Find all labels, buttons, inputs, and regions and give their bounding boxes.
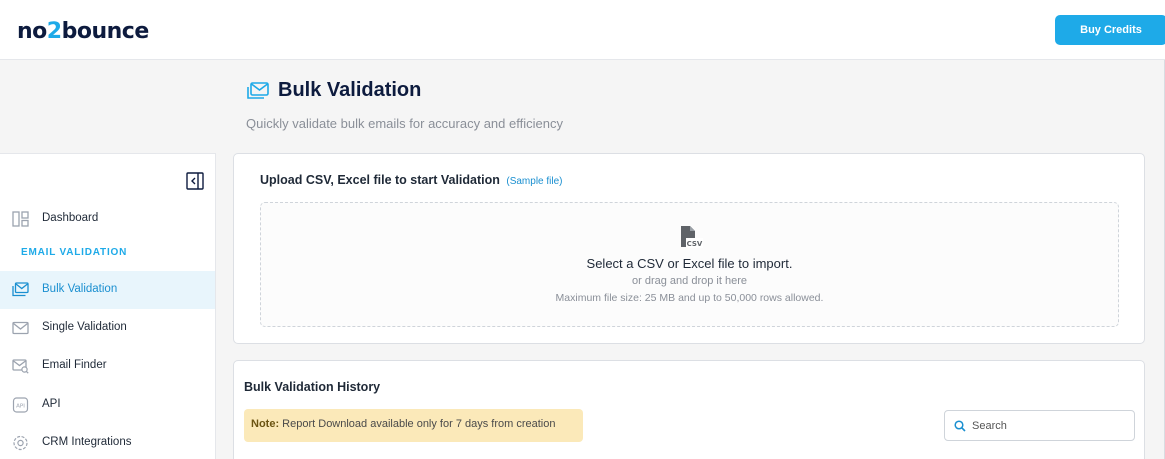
logo-text-2: 2 [46, 19, 62, 44]
sidebar-item-crm-integrations[interactable]: CRM Integrations [0, 424, 215, 459]
file-dropzone[interactable]: CSV Select a CSV or Excel file to import… [260, 202, 1119, 327]
note-label: Note: [251, 418, 280, 430]
logo-text-bounce: bounce [61, 19, 150, 44]
mail-stack-icon [247, 82, 269, 99]
upload-title: Upload CSV, Excel file to start Validati… [260, 173, 563, 187]
history-card: Bulk Validation History Note: Report Dow… [233, 360, 1145, 459]
nobounce-logo[interactable]: no 2 bounce [17, 19, 149, 44]
sidebar-item-api[interactable]: API API [0, 386, 215, 424]
sidebar-item-label: Single Validation [42, 321, 127, 333]
history-title: Bulk Validation History [244, 380, 381, 394]
search-icon [954, 420, 966, 432]
dropzone-sub-text: or drag and drop it here [632, 275, 747, 287]
section-label-email-validation: EMAIL VALIDATION [21, 247, 128, 258]
collapse-sidebar-icon[interactable] [186, 172, 204, 190]
sidebar-item-label: CRM Integrations [42, 436, 132, 448]
sidebar: Dashboard EMAIL VALIDATION Bulk Validati… [0, 153, 216, 459]
history-search [944, 410, 1135, 441]
svg-text:API: API [16, 404, 25, 410]
mail-icon [12, 321, 29, 335]
sidebar-item-bulk-validation[interactable]: Bulk Validation [0, 271, 215, 309]
integrations-icon [13, 435, 28, 451]
upload-card: Upload CSV, Excel file to start Validati… [233, 153, 1145, 344]
sidebar-item-label: Dashboard [42, 212, 99, 224]
dropzone-main-text: Select a CSV or Excel file to import. [586, 256, 793, 271]
search-input[interactable] [972, 417, 1127, 435]
page-title: Bulk Validation [278, 79, 422, 101]
csv-icon-label: CSV [687, 240, 703, 248]
sidebar-item-dashboard[interactable]: Dashboard [0, 200, 215, 238]
logo-text-no: no [17, 19, 47, 44]
dropzone-limit-text: Maximum file size: 25 MB and up to 50,00… [555, 292, 824, 304]
buy-credits-button[interactable]: Buy Credits [1055, 15, 1165, 45]
api-icon: API [12, 397, 29, 413]
dashboard-icon [12, 211, 29, 227]
report-note: Note: Report Download available only for… [244, 409, 583, 442]
sidebar-item-label: Email Finder [42, 359, 107, 371]
top-bar: no 2 bounce Buy Credits [0, 0, 1165, 60]
note-text: Report Download available only for 7 day… [282, 418, 556, 430]
sidebar-item-label: Bulk Validation [42, 283, 118, 295]
sample-file-link[interactable]: (Sample file) [506, 176, 562, 187]
sidebar-item-label: API [42, 398, 61, 410]
csv-file-icon: CSV [681, 226, 703, 248]
mail-search-icon [12, 359, 29, 374]
page-subtitle: Quickly validate bulk emails for accurac… [246, 116, 563, 131]
upload-title-text: Upload CSV, Excel file to start Validati… [260, 173, 500, 187]
sidebar-item-email-finder[interactable]: Email Finder [0, 347, 215, 385]
sidebar-item-single-validation[interactable]: Single Validation [0, 309, 215, 347]
mail-stack-icon [12, 282, 29, 297]
